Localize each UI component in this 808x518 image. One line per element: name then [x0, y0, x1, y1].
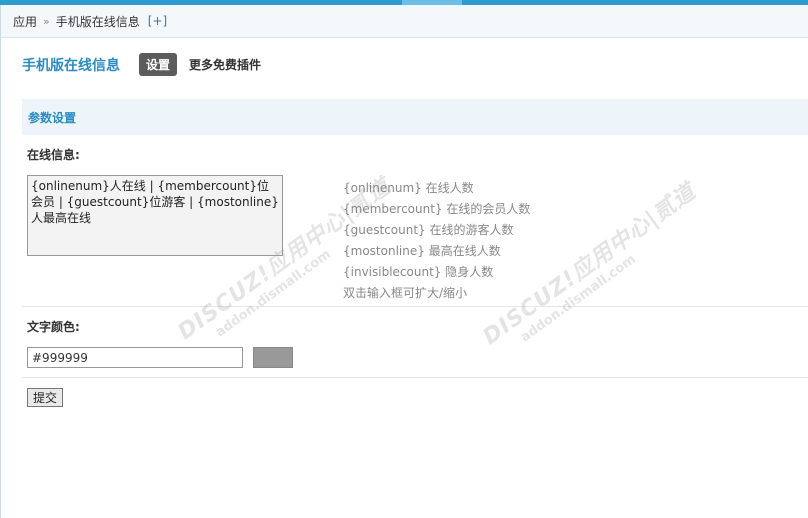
- online-info-textarea[interactable]: {onlinenum}人在线 | {membercount}位会员 | {gue…: [27, 175, 283, 256]
- help-code: {mostonline}: [343, 244, 425, 258]
- breadcrumb-separator: »: [43, 14, 50, 28]
- color-swatch[interactable]: [253, 347, 293, 368]
- submit-button[interactable]: 提交: [27, 388, 64, 407]
- help-line: {mostonline} 最高在线人数: [343, 241, 530, 262]
- help-code: {invisiblecount}: [343, 265, 442, 279]
- tab-more-plugins[interactable]: 更多免费插件: [189, 56, 261, 73]
- breadcrumb-current: 手机版在线信息: [55, 14, 140, 29]
- left-rule: [0, 5, 1, 518]
- section-title: 参数设置: [28, 110, 77, 125]
- text-color-label: 文字颜色:: [27, 320, 80, 334]
- add-shortcut-link[interactable]: [+]: [148, 14, 167, 28]
- help-code: {onlinenum}: [343, 181, 422, 195]
- row-divider: [22, 306, 808, 307]
- help-desc: 最高在线人数: [428, 244, 501, 258]
- help-desc: 在线的会员人数: [446, 202, 531, 216]
- page-title: 手机版在线信息: [22, 57, 120, 74]
- breadcrumb: 应用 » 手机版在线信息 [+]: [1, 5, 808, 38]
- help-line: {onlinenum} 在线人数: [343, 178, 530, 199]
- watermark-url: addon.dismall.com: [518, 251, 639, 346]
- help-line: {guestcount} 在线的游客人数: [343, 220, 530, 241]
- help-line: {membercount} 在线的会员人数: [343, 199, 530, 220]
- help-code: {membercount}: [343, 202, 443, 216]
- section-header: 参数设置: [22, 99, 808, 135]
- help-line: {invisiblecount} 隐身人数: [343, 262, 530, 283]
- text-color-input[interactable]: [27, 347, 243, 368]
- online-info-help: {onlinenum} 在线人数 {membercount} 在线的会员人数 {…: [343, 178, 530, 304]
- online-info-label: 在线信息:: [27, 148, 80, 162]
- title-row: 手机版在线信息 设置 更多免费插件: [22, 53, 261, 76]
- help-desc: 在线的游客人数: [429, 223, 514, 237]
- help-hint: 双击输入框可扩大/缩小: [343, 286, 468, 300]
- help-code: {guestcount}: [343, 223, 426, 237]
- help-desc: 在线人数: [425, 181, 474, 195]
- help-desc: 隐身人数: [445, 265, 494, 279]
- breadcrumb-root[interactable]: 应用: [13, 13, 37, 30]
- row-divider: [22, 377, 808, 378]
- tab-settings[interactable]: 设置: [139, 53, 178, 76]
